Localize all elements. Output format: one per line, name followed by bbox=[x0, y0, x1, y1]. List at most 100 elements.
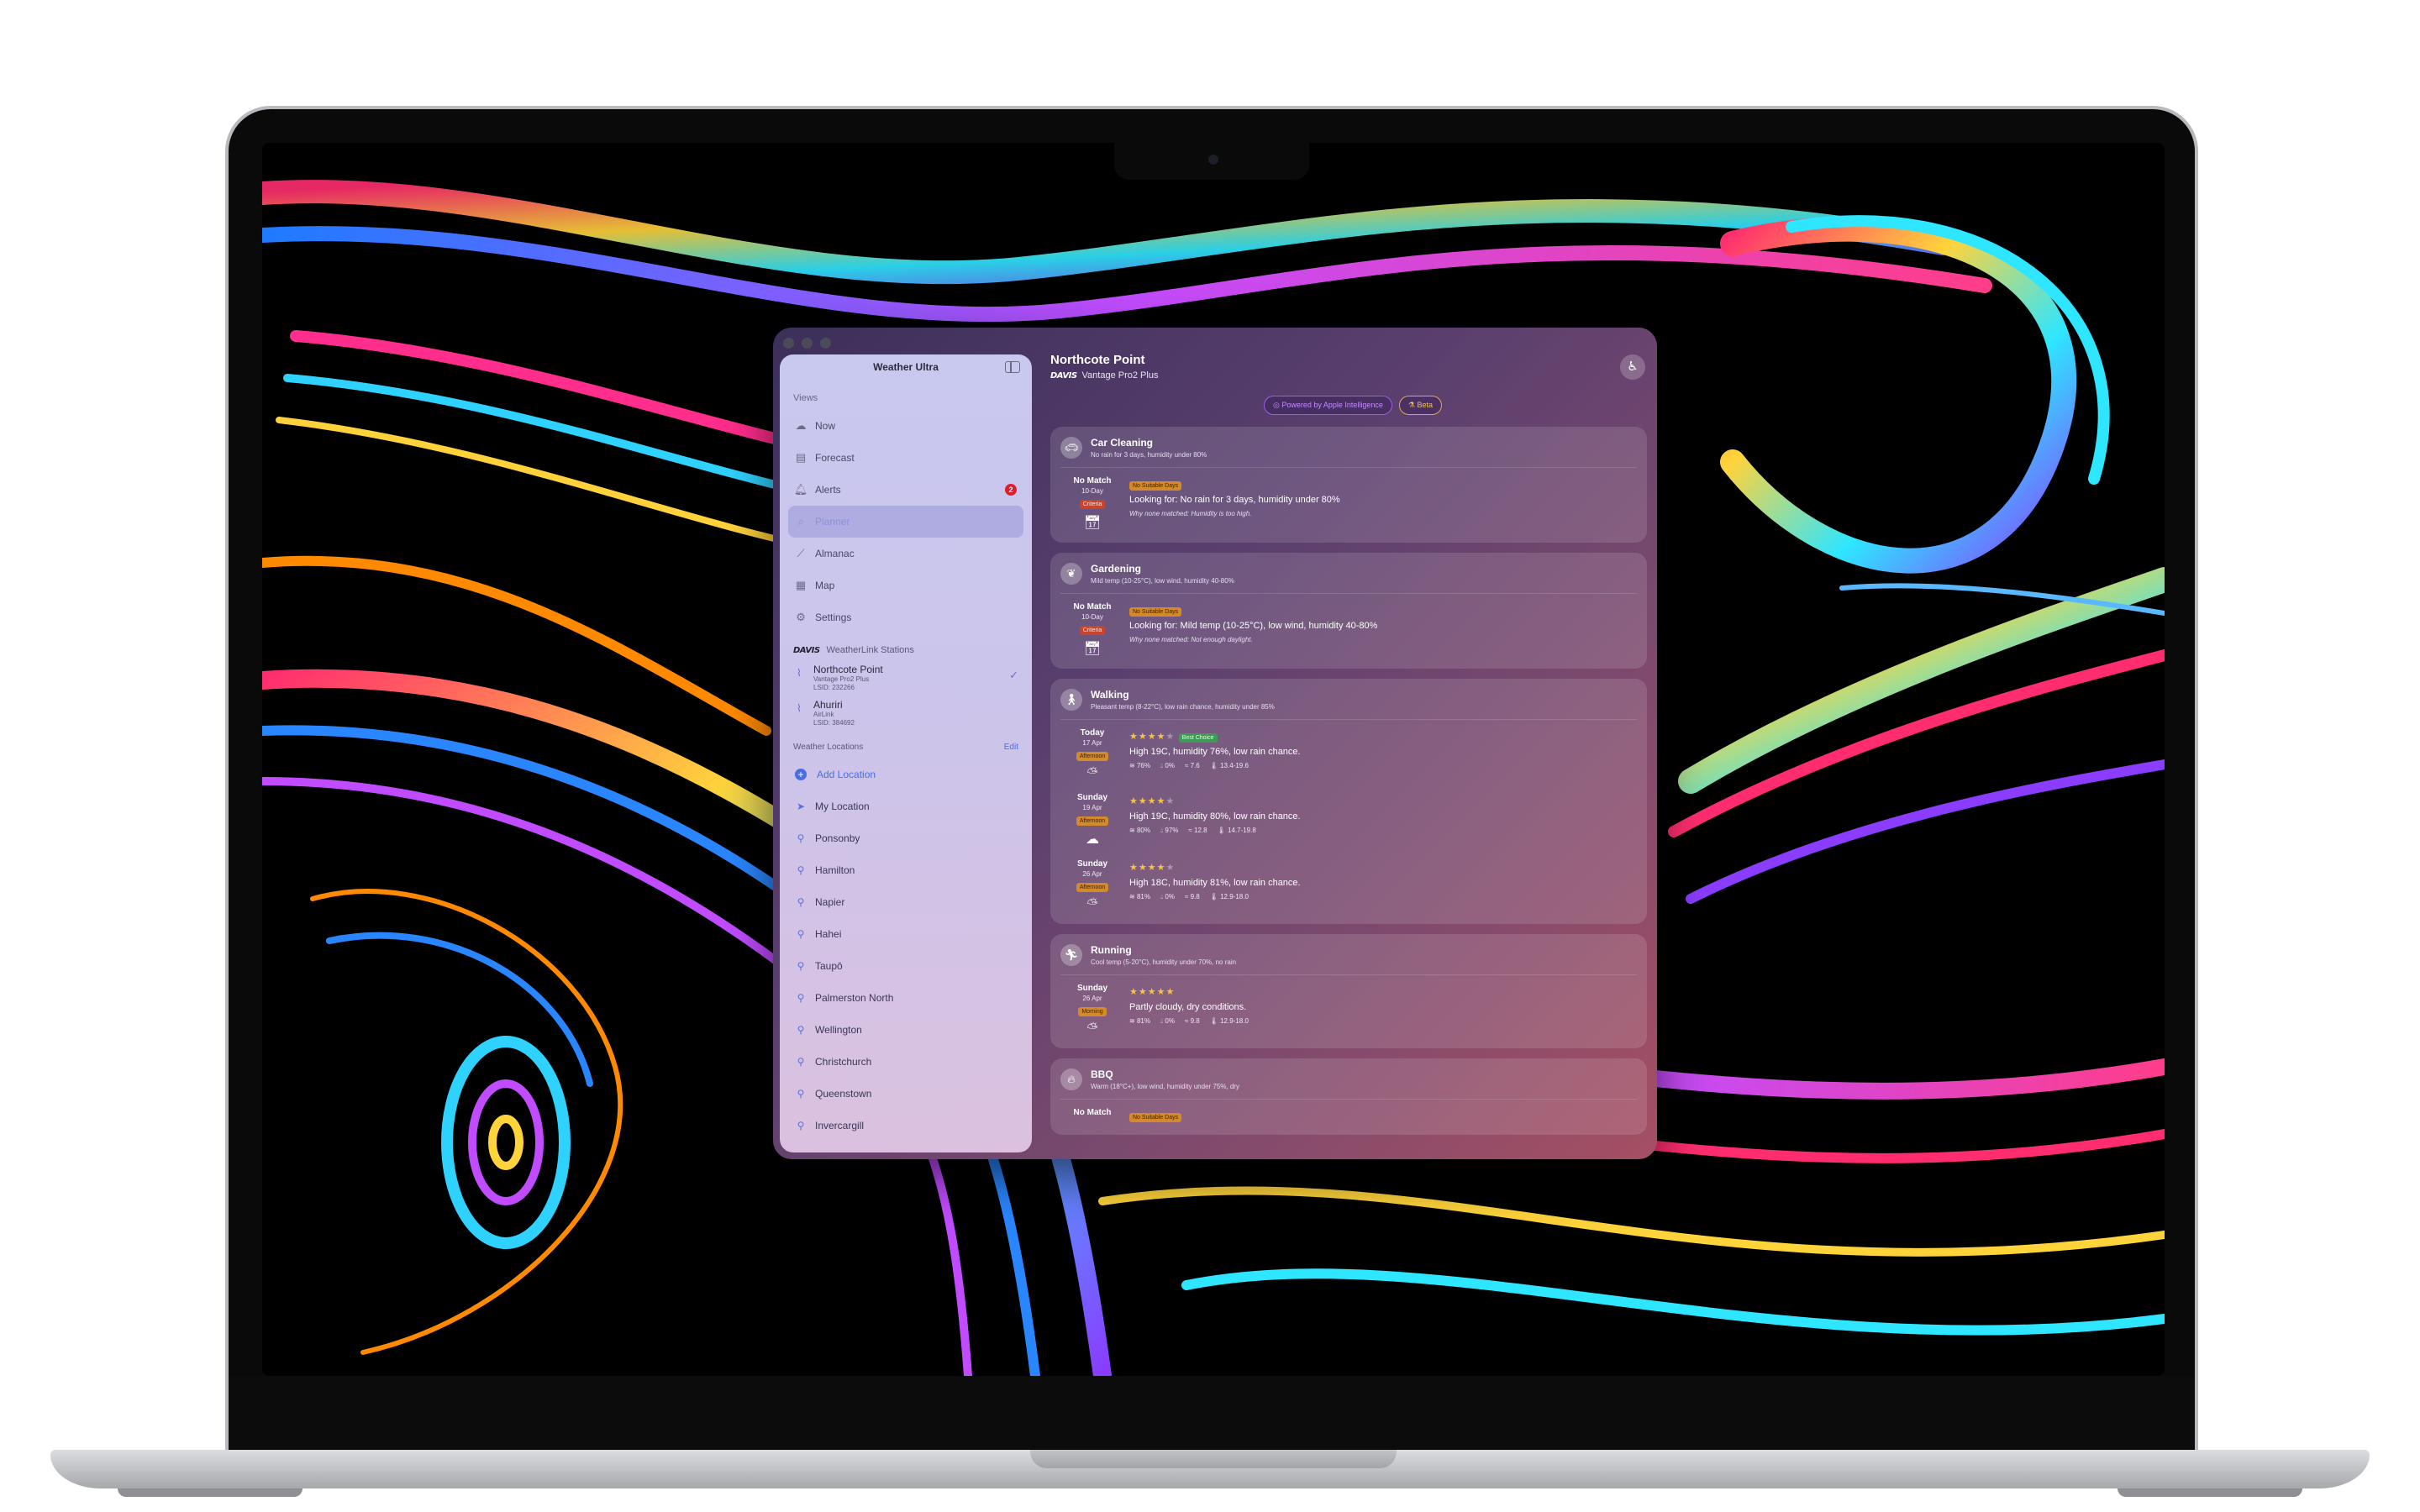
station-icon: ⌇ bbox=[797, 667, 802, 679]
sidebar-item-label: Alerts bbox=[815, 484, 841, 496]
beta-badge: ⚗ Beta bbox=[1398, 396, 1443, 415]
activity-row: Sunday 26 Apr Afternoon ⛅︎ ★★★★★ High 18… bbox=[1060, 851, 1637, 916]
zoom-button[interactable] bbox=[820, 338, 831, 349]
wind-value: 9.8 bbox=[1190, 893, 1200, 900]
rain-value: 0% bbox=[1165, 893, 1175, 900]
station-item-ahuriri[interactable]: ⌇ Ahuriri AirLink LSID: 384692 bbox=[780, 696, 1032, 731]
davis-logo: DAVIS bbox=[793, 645, 820, 655]
station-name: Ahuriri bbox=[813, 699, 843, 711]
sidebar-item-almanac[interactable]: ⟋ Almanac bbox=[780, 538, 1032, 570]
location-item[interactable]: ⚲ Taupō bbox=[780, 950, 1032, 982]
laptop-base-notch bbox=[1030, 1450, 1397, 1468]
rain-metric: 💧︎ 0% bbox=[1160, 762, 1175, 769]
activity-card-walking[interactable]: 🚶︎ Walking Pleasant temp (8-22°C), low r… bbox=[1050, 679, 1647, 924]
sidebar-item-map[interactable]: ▦ Map bbox=[780, 570, 1032, 601]
calendar-icon: 📅︎ bbox=[1083, 642, 1102, 656]
pill-row: ◎ Powered by Apple Intelligence ⚗ Beta bbox=[1050, 396, 1647, 415]
accessibility-icon[interactable]: ♿︎ bbox=[1620, 354, 1645, 380]
status-badge: No Suitable Days bbox=[1129, 481, 1182, 491]
location-item[interactable]: ⚲ Hamilton bbox=[780, 854, 1032, 886]
humidity-value: 76% bbox=[1136, 762, 1150, 769]
activity-card-car-cleaning[interactable]: 🚗︎ Car Cleaning No rain for 3 days, humi… bbox=[1050, 427, 1647, 543]
activity-description: Pleasant temp (8-22°C), low rain chance,… bbox=[1091, 703, 1275, 711]
location-label: My Location bbox=[815, 801, 870, 812]
status-badge: Best Choice bbox=[1178, 733, 1218, 743]
wind-metric: ≈ 9.8 bbox=[1184, 893, 1200, 900]
time-of-day-tag: Morning bbox=[1078, 1007, 1107, 1016]
location-label: Invercargill bbox=[815, 1120, 865, 1131]
temp-metric: 🌡︎ 12.9-18.0 bbox=[1209, 893, 1249, 900]
card-header: 🚗︎ Car Cleaning No rain for 3 days, humi… bbox=[1060, 437, 1637, 468]
sidebar: Weather Ultra Views ☁ Now ▤ Forecast 🔔︎ … bbox=[780, 354, 1032, 1152]
location-item[interactable]: ⚲ Christchurch bbox=[780, 1046, 1032, 1078]
location-item-my-location[interactable]: ➤ My Location bbox=[780, 790, 1032, 822]
walking-icon: 🚶︎ bbox=[1060, 689, 1082, 711]
activity-row: Sunday 26 Apr Morning ⛅︎ ★★★★★ Partly cl… bbox=[1060, 975, 1637, 1040]
davis-logo: DAVIS bbox=[1050, 370, 1077, 381]
activity-card-gardening[interactable]: ❦ Gardening Mild temp (10-25°C), low win… bbox=[1050, 553, 1647, 669]
weatherlink-label: WeatherLink Stations bbox=[826, 645, 914, 655]
row-text: High 19C, humidity 80%, low rain chance. bbox=[1129, 811, 1301, 822]
ai-badge-label: Powered by Apple Intelligence bbox=[1281, 401, 1383, 409]
alerts-badge: 2 bbox=[1005, 484, 1017, 496]
activity-card-bbq[interactable]: 🔥︎ BBQ Warm (18°C+), low wind, humidity … bbox=[1050, 1058, 1647, 1135]
location-item[interactable]: ⚲ Queenstown bbox=[780, 1078, 1032, 1110]
sidebar-item-label: Map bbox=[815, 580, 835, 591]
weather-locations-label: Weather Locations bbox=[793, 743, 864, 752]
row-subdate: 17 Apr bbox=[1082, 739, 1102, 747]
sidebar-item-label: Settings bbox=[815, 612, 852, 623]
bell-icon: 🔔︎ bbox=[793, 483, 808, 496]
sidebar-item-label: Almanac bbox=[815, 548, 855, 559]
row-subdate: 19 Apr bbox=[1082, 804, 1102, 811]
sidebar-item-planner[interactable]: ⌕ Planner bbox=[788, 506, 1023, 538]
pin-icon: ⚲ bbox=[797, 960, 805, 972]
location-item[interactable]: ⚲ Palmerston North bbox=[780, 982, 1032, 1014]
station-item-northcote[interactable]: ⌇ Northcote Point Vantage Pro2 Plus LSID… bbox=[780, 660, 1032, 696]
row-date: Today bbox=[1080, 728, 1105, 738]
location-item[interactable]: ⚲ Napier bbox=[780, 886, 1032, 918]
row-metrics: ≋ 80% 💧︎ 97% ≈ 12.8 🌡︎ 14.7-19.8 bbox=[1129, 827, 1637, 835]
rain-metric: 💧︎ 0% bbox=[1160, 893, 1175, 900]
criteria-tag: Criteria bbox=[1079, 626, 1106, 635]
activity-card-running[interactable]: 🏃︎ Running Cool temp (5-20°C), humidity … bbox=[1050, 934, 1647, 1048]
pin-icon: ⚲ bbox=[797, 928, 805, 940]
location-label: Taupō bbox=[815, 960, 843, 972]
pin-icon: ⚲ bbox=[797, 992, 805, 1004]
humidity-metric: ≋ 80% bbox=[1129, 827, 1150, 834]
row-metrics: ≋ 81% 💧︎ 0% ≈ 9.8 🌡︎ 12.9-18.0 bbox=[1129, 893, 1637, 901]
partly-sunny-icon: ⛅︎ bbox=[1086, 897, 1098, 911]
location-label: Queenstown bbox=[815, 1088, 872, 1100]
row-metrics: ≋ 76% 💧︎ 0% ≈ 7.6 🌡︎ 13.4-19.6 bbox=[1129, 762, 1637, 770]
humidity-metric: ≋ 81% bbox=[1129, 1017, 1150, 1025]
time-of-day-tag: Afternoon bbox=[1076, 752, 1109, 761]
station-model: Vantage Pro2 Plus bbox=[1081, 370, 1159, 381]
location-item[interactable]: ⚲ Wellington bbox=[780, 1014, 1032, 1046]
row-text: High 18C, humidity 81%, low rain chance. bbox=[1129, 878, 1301, 888]
location-item[interactable]: ⚲ Hahei bbox=[780, 918, 1032, 950]
station-id: LSID: 384692 bbox=[813, 719, 855, 727]
cloud-icon: ☁ bbox=[795, 419, 807, 432]
pin-icon: ⚲ bbox=[797, 1088, 805, 1100]
edit-locations-button[interactable]: Edit bbox=[1004, 743, 1018, 752]
sidebar-item-settings[interactable]: ⚙ Settings bbox=[780, 601, 1032, 633]
sidebar-item-now[interactable]: ☁ Now bbox=[780, 410, 1032, 442]
temp-value: 14.7-19.8 bbox=[1228, 827, 1256, 834]
sidebar-item-alerts[interactable]: 🔔︎ Alerts 2 bbox=[780, 474, 1032, 506]
temp-value: 12.9-18.0 bbox=[1220, 893, 1249, 900]
sidebar-item-forecast[interactable]: ▤ Forecast bbox=[780, 442, 1032, 474]
time-of-day-tag: Afternoon bbox=[1076, 816, 1109, 826]
pin-icon: ⚲ bbox=[797, 864, 805, 876]
calendar-icon: 📅︎ bbox=[1083, 516, 1102, 530]
leaf-icon: ❦ bbox=[1060, 563, 1082, 585]
humidity-metric: ≋ 81% bbox=[1129, 893, 1150, 900]
minimize-button[interactable] bbox=[802, 338, 813, 349]
add-location-button[interactable]: + Add Location bbox=[780, 759, 1032, 790]
chart-icon: ⟋ bbox=[797, 547, 805, 559]
close-button[interactable] bbox=[783, 338, 794, 349]
pin-icon: ⚲ bbox=[797, 1024, 805, 1036]
location-item[interactable]: ⚲ Ponsonby bbox=[780, 822, 1032, 854]
location-item[interactable]: ⚲ Invercargill bbox=[780, 1110, 1032, 1142]
sidebar-toggle-icon[interactable] bbox=[1005, 361, 1020, 373]
row-subdate: 26 Apr bbox=[1082, 870, 1102, 878]
wind-value: 12.8 bbox=[1194, 827, 1207, 834]
